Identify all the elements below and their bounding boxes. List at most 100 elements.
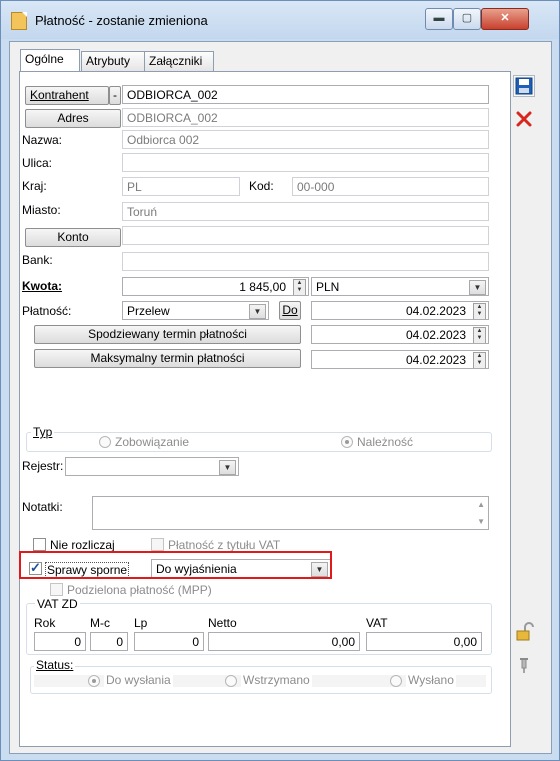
notatki-label: Notatki: [22,500,63,514]
maksymalny-date-value: 04.02.2023 [405,353,466,367]
chevron-down-icon[interactable]: ▼ [219,460,236,475]
platnosc-select[interactable]: Przelew ▼ [122,301,269,320]
kontrahent-field[interactable]: ODBIORCA_002 [122,85,489,104]
minimize-button[interactable]: ▬ [425,8,453,30]
maksymalny-date-spinner[interactable]: ▲ ▼ [473,352,486,368]
title-bar: Płatność - zostanie zmieniona ▬ ▢ ✕ [1,1,559,39]
kontrahent-label: Kontrahent [30,88,89,102]
maksymalny-termin-button[interactable]: Maksymalny termin płatności [34,349,301,368]
status-label-text: Status: [36,658,74,672]
vat-zd-title: VAT ZD [35,597,80,611]
waluta-select[interactable]: PLN ▼ [311,277,489,296]
netto-label: Netto [208,616,237,630]
lp-label: Lp [134,616,148,630]
platnosc-vat-checkbox[interactable] [151,538,164,551]
do-wyslania-label: Do wysłania [104,673,173,687]
typ-group [26,432,492,452]
mc-label: M-c [90,616,110,630]
spodziewany-date-spinner[interactable]: ▲ ▼ [473,327,486,343]
nie-rozliczaj-checkbox[interactable] [33,538,46,551]
maksymalny-date-field[interactable]: 04.02.2023 ▲ ▼ [311,350,489,369]
zobowiazanie-radio[interactable] [99,436,111,448]
rejestr-select[interactable]: ▼ [65,457,239,476]
miasto-field[interactable]: Toruń [122,202,489,221]
do-date-value: 04.02.2023 [405,304,466,318]
naleznosc-radio[interactable] [341,436,353,448]
rok-label: Rok [34,616,56,630]
kod-field[interactable]: 00-000 [292,177,489,196]
wyslano-radio[interactable] [390,675,402,687]
kod-label: Kod: [249,179,274,193]
kwota-label-text: Kwota: [22,279,62,293]
window-client: Ogólne Atrybuty Załączniki Kontrahent - … [9,41,552,754]
naleznosc-label: Należność [357,435,414,449]
chevron-down-icon[interactable]: ▼ [469,280,486,295]
waluta-value: PLN [316,280,340,294]
kwota-value: 1 845,00 [239,280,286,294]
bank-field[interactable] [122,252,489,271]
kwota-spinner[interactable]: ▲ ▼ [293,279,306,295]
delete-button[interactable] [513,108,535,130]
kontrahent-button[interactable]: Kontrahent [25,86,109,105]
maximize-button[interactable]: ▢ [453,8,481,30]
ulica-label: Ulica: [22,156,53,170]
do-button[interactable]: Do [279,301,301,320]
spodziewany-date-value: 04.02.2023 [405,328,466,342]
kwota-field[interactable]: 1 845,00 ▲ ▼ [122,277,309,296]
save-button[interactable] [513,75,535,97]
adres-field[interactable]: ODBIORCA_002 [122,108,489,127]
notatki-textarea[interactable]: ▲ ▼ [92,496,489,530]
pin-button[interactable] [513,654,535,676]
tab-ogolne[interactable]: Ogólne [20,49,80,72]
general-panel: Kontrahent - ODBIORCA_002 Adres ODBIORCA… [19,71,511,747]
netto-field[interactable]: 0,00 [208,632,360,651]
spodziewany-date-field[interactable]: 04.02.2023 ▲ ▼ [311,325,489,344]
window-title: Płatność - zostanie zmieniona [35,13,208,28]
kraj-field[interactable]: PL [122,177,240,196]
rejestr-label: Rejestr: [22,459,64,473]
delete-icon [516,111,532,127]
nazwa-field[interactable]: Odbiorca 002 [122,130,489,149]
chevron-down-icon[interactable]: ▼ [249,304,266,319]
do-date-field[interactable]: 04.02.2023 ▲ ▼ [311,301,489,320]
payment-window: Płatność - zostanie zmieniona ▬ ▢ ✕ Ogól… [0,0,560,761]
status-label: Status: [34,658,76,672]
konto-field[interactable] [122,226,489,245]
vat-label: VAT [366,616,388,630]
wstrzymano-radio[interactable] [225,675,237,687]
podzielona-checkbox[interactable] [50,583,63,596]
lock-icon [516,622,534,641]
scroll-up-icon[interactable]: ▲ [477,500,485,509]
platnosc-value: Przelew [127,304,170,318]
nazwa-label: Nazwa: [22,133,63,147]
wyslano-label: Wysłano [406,673,456,687]
document-icon [11,12,27,30]
kontrahent-dropdown[interactable]: - [109,86,121,105]
konto-button[interactable]: Konto [25,228,121,247]
adres-button[interactable]: Adres [25,109,121,128]
miasto-label: Miasto: [22,203,61,217]
mc-field[interactable]: 0 [90,632,128,651]
vat-field[interactable]: 0,00 [366,632,482,651]
lp-field[interactable]: 0 [134,632,204,651]
typ-label: Typ [31,425,55,439]
nie-rozliczaj-label: Nie rozliczaj [50,538,115,552]
platnosc-vat-label: Płatność z tytułu VAT [168,538,281,552]
close-button[interactable]: ✕ [481,8,529,30]
zobowiazanie-label: Zobowiązanie [115,435,190,449]
pin-icon [520,658,528,673]
wstrzymano-label: Wstrzymano [241,673,312,687]
tab-zalaczniki[interactable]: Załączniki [144,51,214,71]
spodziewany-termin-button[interactable]: Spodziewany termin płatności [34,325,301,344]
bank-label: Bank: [22,253,53,267]
scroll-down-icon[interactable]: ▼ [477,517,485,526]
ulica-field[interactable] [122,153,489,172]
kraj-label: Kraj: [22,179,47,193]
do-wyslania-radio[interactable] [88,675,100,687]
do-label: Do [282,303,298,317]
rok-field[interactable]: 0 [34,632,86,651]
lock-button[interactable] [513,620,535,642]
do-date-spinner[interactable]: ▲ ▼ [473,303,486,319]
save-icon [515,77,533,95]
tab-atrybuty[interactable]: Atrybuty [81,51,147,71]
